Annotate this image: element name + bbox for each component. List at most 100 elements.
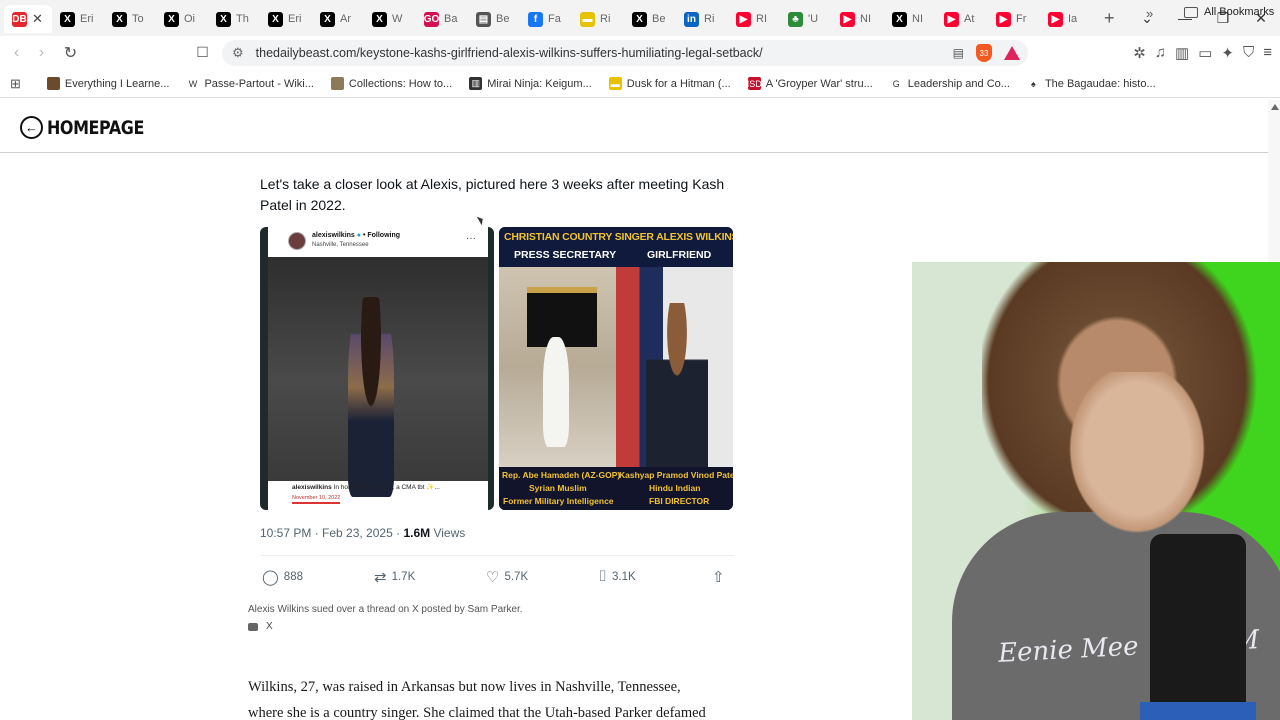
share-button[interactable]: ⇧ (712, 568, 725, 586)
tab-strip: DB ✕ X Eri X To X Oi X Th X Eri X Ar X W GO Ba ▤ Be f Fa ▬ Ri X B… (0, 0, 1280, 36)
browser-tab[interactable]: GO Ba (416, 5, 468, 33)
ig-date: November 10, 2022 (292, 495, 341, 504)
like-button[interactable]: ♡ 5.7K (486, 568, 528, 586)
browser-tab[interactable]: X Eri (260, 5, 312, 33)
tab-title: Th (236, 13, 249, 25)
folder-icon (1184, 7, 1198, 18)
browser-tab[interactable]: DB ✕ (4, 5, 52, 33)
browser-tab[interactable]: ▤ Be (468, 5, 520, 33)
tweet-image-meme[interactable]: CHRISTIAN COUNTRY SINGER ALEXIS WILKINS:… (499, 227, 733, 510)
browser-tab[interactable]: X Eri (52, 5, 104, 33)
browser-tab[interactable]: X NI (884, 5, 936, 33)
browser-tab[interactable]: ▶ Ia (1040, 5, 1092, 33)
close-tab-icon[interactable]: ✕ (32, 11, 43, 27)
tab-title: Ia (1068, 13, 1078, 25)
forward-button[interactable]: › (29, 44, 54, 62)
extensions-area: ✲ ♫ ▥ ▭ ✦ ⛉ ≡ (1133, 44, 1272, 62)
tweet-actions: ◯ 888 ⇄ 1.7K ♡ 5.7K ⌷ 3.1K ⇧ (262, 568, 734, 588)
brave-shield-icon[interactable]: 33 (976, 44, 992, 62)
youtube-icon: ▶ (840, 11, 855, 27)
bookmark-yellow-icon: ▬ (580, 11, 595, 27)
menu-icon[interactable]: ≡ (1263, 44, 1272, 62)
browser-tab[interactable]: ▶ RI (728, 5, 780, 33)
mouse-cursor-icon (476, 214, 486, 226)
bookmark-item[interactable]: ISD A 'Groyper War' stru... (747, 77, 873, 90)
tab-title: Ri (600, 13, 611, 25)
leaf-icon: ♣ (788, 11, 803, 27)
reply-button[interactable]: ◯ 888 (262, 568, 303, 586)
back-button[interactable]: ‹ (4, 44, 29, 62)
bookmark-item[interactable]: W Passe-Partout - Wiki... (186, 77, 314, 90)
browser-tab[interactable]: ♣ 'U (780, 5, 832, 33)
tab-title: Fa (548, 13, 561, 25)
bookmark-favicon-icon (330, 77, 344, 90)
browser-tab[interactable]: X Be (624, 5, 676, 33)
site-info-icon[interactable]: ⚙ (232, 45, 244, 61)
browser-tab[interactable]: ▬ Ri (572, 5, 624, 33)
browser-tab[interactable]: ▶ Fr (988, 5, 1040, 33)
x-icon: X (372, 11, 387, 27)
ig-caption: alexiswilkins In honor of CMA szn, a CMA… (292, 483, 440, 491)
browser-tab[interactable]: ▶ At (936, 5, 988, 33)
photo-credit: Alexis Wilkins sued over a thread on X p… (248, 604, 523, 615)
browser-tab[interactable]: f Fa (520, 5, 572, 33)
browser-tab[interactable]: ▶ NI (832, 5, 884, 33)
tab-title: Be (652, 13, 666, 25)
reader-mode-icon[interactable]: ▤ (953, 46, 964, 60)
sidebar-icon[interactable]: ▥ (1175, 44, 1189, 62)
bookmark-button[interactable]: ⌷ 3.1K (598, 568, 636, 585)
reload-button[interactable]: ↻ (58, 43, 83, 63)
tweet-time[interactable]: 10:57 PM · Feb 23, 2025 · (260, 526, 400, 540)
apps-grid-icon[interactable]: ⊞ (10, 76, 21, 92)
vpn-icon[interactable]: ⛉ (1243, 44, 1254, 62)
x-icon: X (112, 11, 127, 27)
bookmark-favicon-icon: W (186, 77, 200, 90)
bookmark-item[interactable]: ♠ The Bagaudae: histo... (1026, 77, 1156, 90)
wallet-icon[interactable]: ▭ (1198, 44, 1212, 62)
leo-ai-icon[interactable]: ✦ (1221, 44, 1234, 62)
brave-rewards-icon[interactable] (1004, 46, 1020, 60)
bookmark-favicon-icon: ▬ (608, 77, 622, 90)
browser-tab[interactable]: in Ri (676, 5, 728, 33)
like-count: 5.7K (504, 571, 529, 583)
bookmark-item[interactable]: Collections: How to... (330, 77, 452, 90)
bookmark-item[interactable]: Everything I Learne... (46, 77, 170, 90)
kaaba-shape (527, 287, 597, 347)
x-icon: X (60, 11, 75, 27)
ig-location: Nashville, Tennessee (312, 242, 369, 248)
homepage-link[interactable]: ← HOMEPAGE (20, 116, 162, 139)
media-icon[interactable]: ♫ (1155, 44, 1166, 62)
browser-tab[interactable]: X Oi (156, 5, 208, 33)
all-bookmarks-label: All Bookmarks (1204, 6, 1275, 18)
bookmark-label: Everything I Learne... (64, 77, 170, 90)
share-icon: ⇧ (712, 569, 725, 586)
tab-title: Ri (704, 13, 715, 25)
browser-tab[interactable]: X To (104, 5, 156, 33)
new-tab-button[interactable]: + (1104, 8, 1115, 29)
youtube-icon: ▶ (1048, 11, 1063, 27)
bookmarks-overflow-icon[interactable]: » (1146, 6, 1153, 21)
scroll-up-arrow-icon[interactable] (1271, 104, 1279, 110)
extensions-icon[interactable]: ✲ (1133, 44, 1146, 62)
ig-following: • Following (362, 232, 401, 239)
all-bookmarks-folder[interactable]: All Bookmarks (1184, 6, 1274, 18)
address-bar[interactable]: ⚙ thedailybeast.com/keystone-kashs-girlf… (222, 40, 1028, 66)
facebook-icon: f (528, 11, 543, 27)
right-caption-3: FBI DIRECTOR (649, 496, 710, 506)
browser-tab[interactable]: X Ar (312, 5, 364, 33)
bookmark-page-icon[interactable]: ☐ (190, 44, 215, 61)
url-text[interactable]: thedailybeast.com/keystone-kashs-girlfri… (256, 46, 763, 60)
repost-button[interactable]: ⇄ 1.7K (374, 568, 415, 586)
bookmark-favicon-icon: G (889, 77, 903, 90)
reply-count: 888 (283, 571, 303, 583)
person-face (1062, 372, 1212, 542)
back-arrow-icon: ← (20, 116, 43, 139)
bookmark-item[interactable]: ▬ Dusk for a Hitman (... (608, 77, 731, 90)
browser-tab[interactable]: X Th (208, 5, 260, 33)
bookmark-item[interactable]: G Leadership and Co... (889, 77, 1010, 90)
tab-title: Fr (1016, 13, 1027, 25)
tweet-image-instagram-post[interactable]: alexiswilkins ● • Following Nashville, T… (260, 227, 494, 510)
bookmark-label: A 'Groyper War' stru... (765, 77, 873, 90)
browser-tab[interactable]: XW (364, 5, 416, 33)
bookmark-item[interactable]: ▥ Mirai Ninja: Keigum... (469, 77, 592, 90)
